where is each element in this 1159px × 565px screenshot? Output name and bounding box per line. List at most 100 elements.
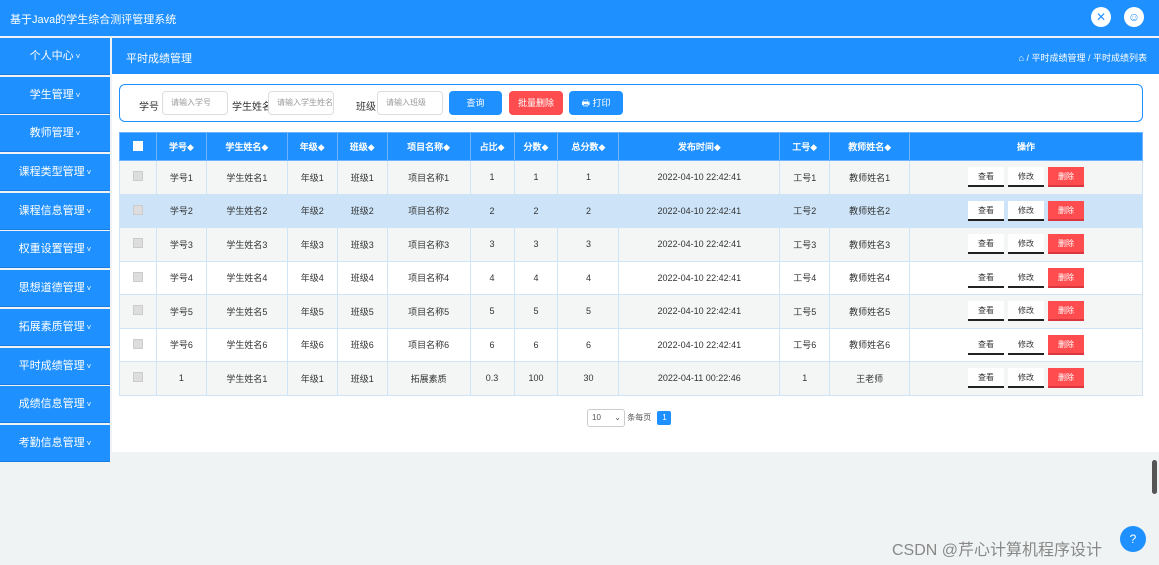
column-header[interactable]: 总分数◆ [557,132,620,161]
column-header[interactable]: 项目名称◆ [386,132,471,161]
edit-button[interactable]: 修改 [1008,267,1045,288]
column-header[interactable]: 学生姓名◆ [205,132,288,161]
column-header[interactable]: 操作 [909,132,1143,161]
table-header: 学号◆ 学生姓名◆ 年级◆ 班级◆ 项目名称◆ 占比◆ 分数◆ 总分数◆ 发布时间◆ 工号◆ 教师姓… [119,132,1143,161]
table-cell: 2022-04-10 22:42:41 [618,160,781,195]
row-checkbox[interactable] [119,294,157,329]
view-button[interactable]: 查看 [968,267,1005,288]
sidebar-item[interactable]: 拓展素质管理 ˅ [0,308,110,346]
column-header[interactable]: 学号◆ [155,132,207,161]
student-name-input[interactable]: 请输入学生姓名 [268,91,334,115]
sidebar-item[interactable]: 平时成绩管理 ˅ [0,347,110,385]
column-header[interactable]: 发布时间◆ [618,132,781,161]
table-cell: 教师姓名3 [829,227,911,262]
column-header[interactable]: 工号◆ [779,132,831,161]
table-cell: 2022-04-10 22:42:41 [618,227,781,262]
student-id-input[interactable]: 请输入学号 [162,91,228,115]
table-cell: 5 [513,294,559,329]
sidebar-item[interactable]: 课程类型管理 ˅ [0,154,110,192]
user-icon[interactable]: ☺ [1124,7,1144,27]
chevron-down-icon: ˅ [86,322,92,332]
column-header[interactable]: 分数◆ [513,132,559,161]
table-cell: 班级5 [336,294,388,329]
home-icon[interactable]: ⌂ [1019,53,1024,63]
column-header[interactable]: 占比◆ [469,132,515,161]
row-actions: 查看 修改 删除 [909,260,1143,295]
row-checkbox[interactable] [119,193,157,228]
row-checkbox[interactable] [119,227,157,262]
sidebar-item[interactable]: 教师管理 ˅ [0,115,110,153]
table-row[interactable]: 学号4 学生姓名4 年级4 班级4 项目名称4 4 4 4 2022-04-10 22:42:4… [119,260,1143,295]
sidebar-item-label: 拓展素质管理 [18,320,85,333]
table-row[interactable]: 学号2 学生姓名2 年级2 班级2 项目名称2 2 2 2 2022-04-10 22:42:4… [119,193,1143,228]
scrollbar-thumb[interactable] [1152,460,1157,494]
table-cell: 6 [469,327,515,362]
table-cell: 年级3 [286,227,338,262]
main-panel: 学号 请输入学号 学生姓名 请输入学生姓名 班级 请输入班级 查询 批量删除 🖶… [112,74,1159,452]
class-input[interactable]: 请输入班级 [377,91,443,115]
edit-button[interactable]: 修改 [1008,167,1045,188]
sidebar-item-label: 课程类型管理 [18,166,85,179]
column-header[interactable]: 年级◆ [286,132,338,161]
table-cell: 2 [513,193,559,228]
edit-button[interactable]: 修改 [1008,301,1045,322]
delete-button[interactable]: 删除 [1048,301,1085,322]
edit-button[interactable]: 修改 [1008,200,1045,221]
table-cell: 5 [557,294,620,329]
edit-button[interactable]: 修改 [1008,334,1045,355]
view-button[interactable]: 查看 [968,368,1005,389]
sidebar-item[interactable]: 学生管理 ˅ [0,76,110,114]
print-button[interactable]: 🖶 打印 [569,91,623,115]
select-all-checkbox[interactable] [119,132,157,161]
fullscreen-icon[interactable]: ✕ [1091,7,1111,27]
row-checkbox[interactable] [119,327,157,362]
table-cell: 项目名称6 [386,327,471,362]
sidebar-item[interactable]: 权重设置管理 ˅ [0,231,110,269]
table-row[interactable]: 学号6 学生姓名6 年级6 班级6 项目名称6 6 6 6 2022-04-10 22:42:4… [119,327,1143,362]
view-button[interactable]: 查看 [968,234,1005,255]
delete-button[interactable]: 删除 [1048,234,1085,255]
chevron-down-icon: ˅ [86,400,92,410]
edit-button[interactable]: 修改 [1008,234,1045,255]
sidebar-item[interactable]: 思想道德管理 ˅ [0,270,110,308]
column-header[interactable]: 教师姓名◆ [829,132,911,161]
edit-button[interactable]: 修改 [1008,368,1045,389]
table-cell: 教师姓名5 [829,294,911,329]
table-cell: 项目名称4 [386,260,471,295]
sidebar-item-label: 学生管理 [29,88,74,101]
column-header[interactable]: 班级◆ [336,132,388,161]
breadcrumb: ⌂ / 平时成绩管理 / 平时成绩列表 [1019,51,1147,64]
table-row[interactable]: 学号5 学生姓名5 年级5 班级5 项目名称5 5 5 5 2022-04-10 22:42:4… [119,294,1143,329]
row-checkbox[interactable] [119,361,157,396]
query-button[interactable]: 查询 [449,91,502,115]
sidebar-item[interactable]: 个人中心 ˅ [0,38,110,75]
table-row[interactable]: 学号3 学生姓名3 年级3 班级3 项目名称3 3 3 3 2022-04-10 22:42:4… [119,227,1143,262]
view-button[interactable]: 查看 [968,167,1005,188]
row-actions: 查看 修改 删除 [909,227,1143,262]
sidebar-item[interactable]: 考勤信息管理 ˅ [0,424,110,462]
row-checkbox[interactable] [119,260,157,295]
table-cell: 学生姓名1 [205,361,288,396]
table-cell: 项目名称3 [386,227,471,262]
page-number-button[interactable]: 1 [657,411,672,425]
sidebar-item-label: 考勤信息管理 [18,436,85,449]
view-button[interactable]: 查看 [968,301,1005,322]
table-cell: 年级6 [286,327,338,362]
view-button[interactable]: 查看 [968,334,1005,355]
row-checkbox[interactable] [119,160,157,195]
help-icon[interactable]: ? [1120,526,1146,552]
table-row[interactable]: 学号1 学生姓名1 年级1 班级1 项目名称1 1 1 1 2022-04-10 22:42:4… [119,160,1143,195]
view-button[interactable]: 查看 [968,200,1005,221]
batch-delete-button[interactable]: 批量删除 [509,91,563,115]
page-size-select[interactable]: 10 ⌄ [587,409,625,427]
delete-button[interactable]: 删除 [1048,267,1085,288]
sidebar-item[interactable]: 成绩信息管理 ˅ [0,386,110,424]
table-cell: 学号2 [155,193,207,228]
table-cell: 工号2 [779,193,831,228]
table-row[interactable]: 1 学生姓名1 年级1 班级1 拓展素质 0.3 100 30 2022-04-11 00:22… [119,361,1143,396]
sidebar-item[interactable]: 课程信息管理 ˅ [0,192,110,230]
delete-button[interactable]: 删除 [1048,368,1085,389]
delete-button[interactable]: 删除 [1048,334,1085,355]
delete-button[interactable]: 删除 [1048,200,1085,221]
delete-button[interactable]: 删除 [1048,167,1085,188]
